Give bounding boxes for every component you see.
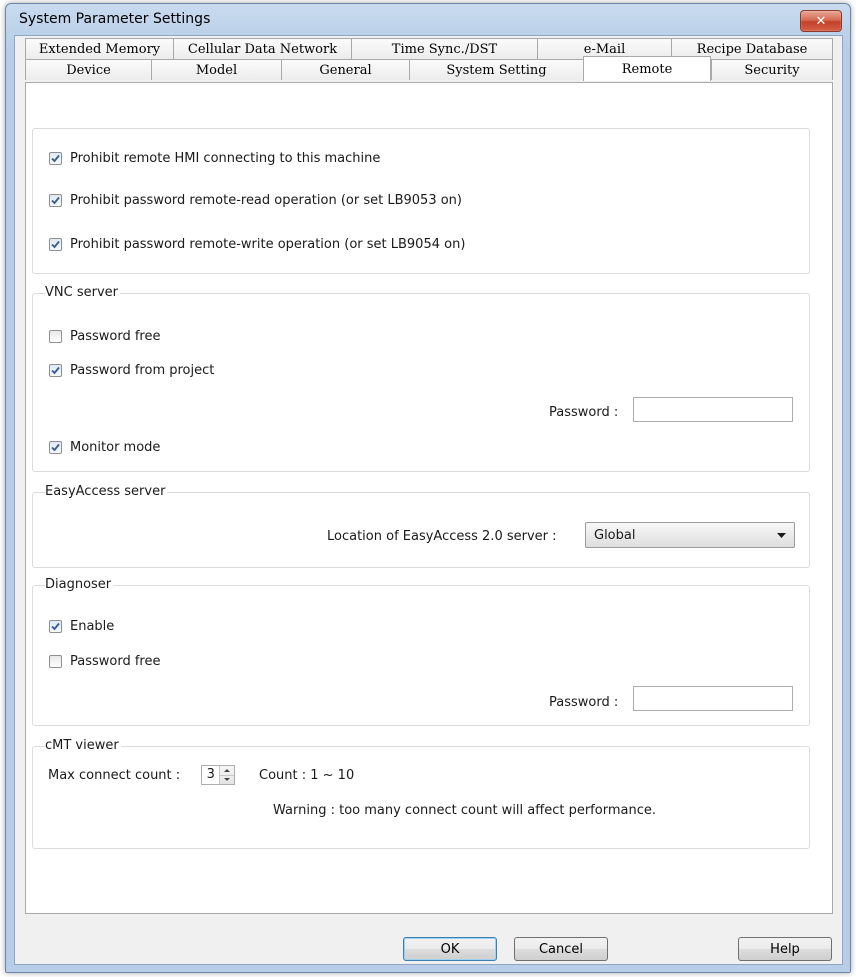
max-connect-count-value[interactable]: 3	[202, 766, 219, 784]
vnc-monitor-mode-label: Monitor mode	[70, 440, 161, 455]
stepper-up-icon[interactable]	[220, 766, 234, 775]
tab-row-1: Extended Memory Cellular Data Network Ti…	[25, 38, 833, 60]
diagnoser-password-free-option[interactable]: Password free	[49, 654, 161, 669]
easyaccess-location-value: Global	[594, 527, 636, 543]
prohibit-hmi-label: Prohibit remote HMI connecting to this m…	[70, 151, 381, 166]
prohibit-hmi-option[interactable]: Prohibit remote HMI connecting to this m…	[49, 151, 380, 166]
stepper-arrows[interactable]	[219, 766, 234, 784]
tab-general[interactable]: General	[281, 59, 409, 80]
vnc-password-from-project-label: Password from project	[70, 363, 215, 378]
easyaccess-server-title: EasyAccess server	[45, 484, 168, 500]
checkmark-icon	[51, 154, 60, 163]
prohibit-hmi-checkbox[interactable]	[49, 152, 62, 165]
connect-count-range: Count : 1 ~ 10	[259, 768, 355, 783]
prohibit-write-option[interactable]: Prohibit password remote-write operation…	[49, 237, 465, 252]
diagnoser-title: Diagnoser	[45, 577, 114, 593]
checkmark-icon	[51, 622, 60, 631]
tab-model[interactable]: Model	[151, 59, 281, 80]
diagnoser-password-label: Password :	[549, 695, 619, 710]
diagnoser-password-field[interactable]	[633, 686, 793, 711]
dialog-window: System Parameter Settings ✕ Extended Mem…	[5, 3, 851, 973]
close-icon: ✕	[815, 13, 827, 29]
cancel-button[interactable]: Cancel	[514, 937, 608, 961]
diagnoser-enable-option[interactable]: Enable	[49, 619, 114, 634]
tab-time-sync-dst[interactable]: Time Sync./DST	[351, 38, 537, 59]
prohibit-read-label: Prohibit password remote-read operation …	[70, 193, 462, 208]
tab-system-setting[interactable]: System Setting	[409, 59, 583, 80]
remote-prohibit-group: Prohibit remote HMI connecting to this m…	[32, 128, 810, 274]
vnc-server-title: VNC server	[45, 285, 120, 301]
tab-cellular-data-network[interactable]: Cellular Data Network	[173, 38, 351, 59]
help-button[interactable]: Help	[738, 937, 832, 961]
vnc-password-label: Password :	[549, 405, 619, 420]
cmt-viewer-title: cMT viewer	[45, 738, 121, 754]
diagnoser-enable-label: Enable	[70, 619, 115, 634]
easyaccess-location-select[interactable]: Global	[585, 522, 795, 548]
title-bar[interactable]: System Parameter Settings ✕	[6, 4, 850, 36]
checkmark-icon	[51, 443, 60, 452]
vnc-password-field[interactable]	[633, 397, 793, 422]
vnc-password-free-label: Password free	[70, 329, 161, 344]
max-connect-count-stepper[interactable]: 3	[201, 765, 235, 785]
checkmark-icon	[51, 240, 60, 249]
tab-row-2: Device Model General System Setting Remo…	[25, 56, 833, 81]
easyaccess-location-label: Location of EasyAccess 2.0 server :	[327, 529, 557, 544]
vnc-monitor-mode-checkbox[interactable]	[49, 441, 62, 454]
prohibit-read-checkbox[interactable]	[49, 194, 62, 207]
prohibit-read-option[interactable]: Prohibit password remote-read operation …	[49, 193, 462, 208]
vnc-password-free-option[interactable]: Password free	[49, 329, 161, 344]
close-button[interactable]: ✕	[800, 10, 842, 32]
stepper-down-icon[interactable]	[220, 774, 234, 785]
prohibit-write-checkbox[interactable]	[49, 238, 62, 251]
tab-extended-memory[interactable]: Extended Memory	[25, 38, 173, 59]
tab-device[interactable]: Device	[25, 59, 151, 80]
vnc-password-from-project-checkbox[interactable]	[49, 364, 62, 377]
cmt-viewer-group: cMT viewer Max connect count : 3 Count :…	[32, 738, 810, 849]
tab-remote[interactable]: Remote	[583, 56, 711, 81]
diagnoser-password-free-checkbox[interactable]	[49, 655, 62, 668]
diagnoser-password-free-label: Password free	[70, 654, 161, 669]
checkmark-icon	[51, 366, 60, 375]
vnc-server-group: VNC server Password free Password from p…	[32, 285, 810, 472]
ok-button[interactable]: OK	[403, 937, 497, 961]
window-title: System Parameter Settings	[19, 11, 211, 27]
diagnoser-group: Diagnoser Enable Password free Password …	[32, 577, 810, 726]
chevron-down-icon	[777, 533, 786, 538]
diagnoser-enable-checkbox[interactable]	[49, 620, 62, 633]
prohibit-write-label: Prohibit password remote-write operation…	[70, 237, 466, 252]
checkmark-icon	[51, 196, 60, 205]
tab-security[interactable]: Security	[711, 59, 833, 80]
connect-count-warning: Warning : too many connect count will af…	[273, 803, 656, 818]
easyaccess-server-group: EasyAccess server Location of EasyAccess…	[32, 484, 810, 568]
vnc-password-from-project-option[interactable]: Password from project	[49, 363, 214, 378]
max-connect-count-label: Max connect count :	[48, 768, 181, 783]
vnc-password-free-checkbox[interactable]	[49, 330, 62, 343]
vnc-monitor-mode-option[interactable]: Monitor mode	[49, 440, 160, 455]
